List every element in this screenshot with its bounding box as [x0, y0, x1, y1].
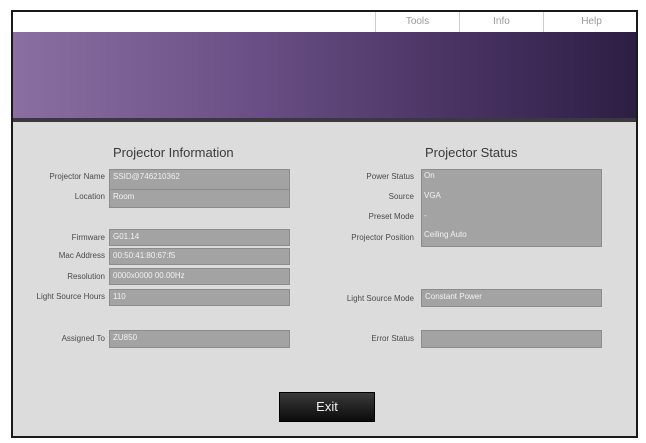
projector-name-label: Projector Name [49, 172, 105, 181]
preset-mode-value: - [424, 211, 427, 220]
mac-address-field: 00:50:41:80:67:f5 [109, 248, 290, 265]
power-status-label: Power Status [366, 172, 414, 181]
exit-button[interactable]: Exit [279, 392, 375, 422]
firmware-field: G01.14 [109, 229, 290, 246]
light-source-hours-field: 110 [109, 289, 290, 306]
preset-mode-label: Preset Mode [368, 212, 414, 221]
nav-info[interactable]: Info [459, 12, 543, 32]
projector-status-title: Projector Status [425, 145, 518, 160]
header-banner [13, 32, 636, 118]
projector-position-label: Projector Position [351, 233, 414, 242]
light-source-hours-label: Light Source Hours [36, 292, 105, 301]
light-source-mode-label: Light Source Mode [346, 294, 414, 303]
resolution-label: Resolution [67, 272, 105, 281]
main-content: Projector Information Projector Name SSI… [13, 122, 636, 436]
light-source-mode-field: Constant Power [421, 289, 602, 307]
assigned-to-label: Assigned To [61, 334, 105, 343]
source-value: VGA [424, 191, 441, 200]
projector-name-field: SSID@746210362 [109, 169, 290, 190]
projector-web-window: Tools Info Help Projector Information Pr… [11, 10, 638, 438]
source-label: Source [388, 192, 414, 201]
power-status-value: On [424, 171, 435, 180]
location-label: Location [74, 192, 105, 201]
firmware-label: Firmware [71, 233, 105, 242]
location-field: Room [109, 189, 290, 208]
error-status-field [421, 330, 602, 348]
assigned-to-field: ZU850 [109, 330, 290, 348]
projector-information-title: Projector Information [113, 145, 234, 160]
projector-position-value: Ceiling Auto [424, 230, 467, 239]
nav-help[interactable]: Help [543, 12, 636, 32]
top-navigation-bar: Tools Info Help [13, 12, 636, 33]
nav-tools[interactable]: Tools [375, 12, 459, 32]
mac-address-label: Mac Address [58, 251, 105, 260]
resolution-field: 0000x0000 00.00Hz [109, 268, 290, 285]
error-status-label: Error Status [371, 334, 414, 343]
